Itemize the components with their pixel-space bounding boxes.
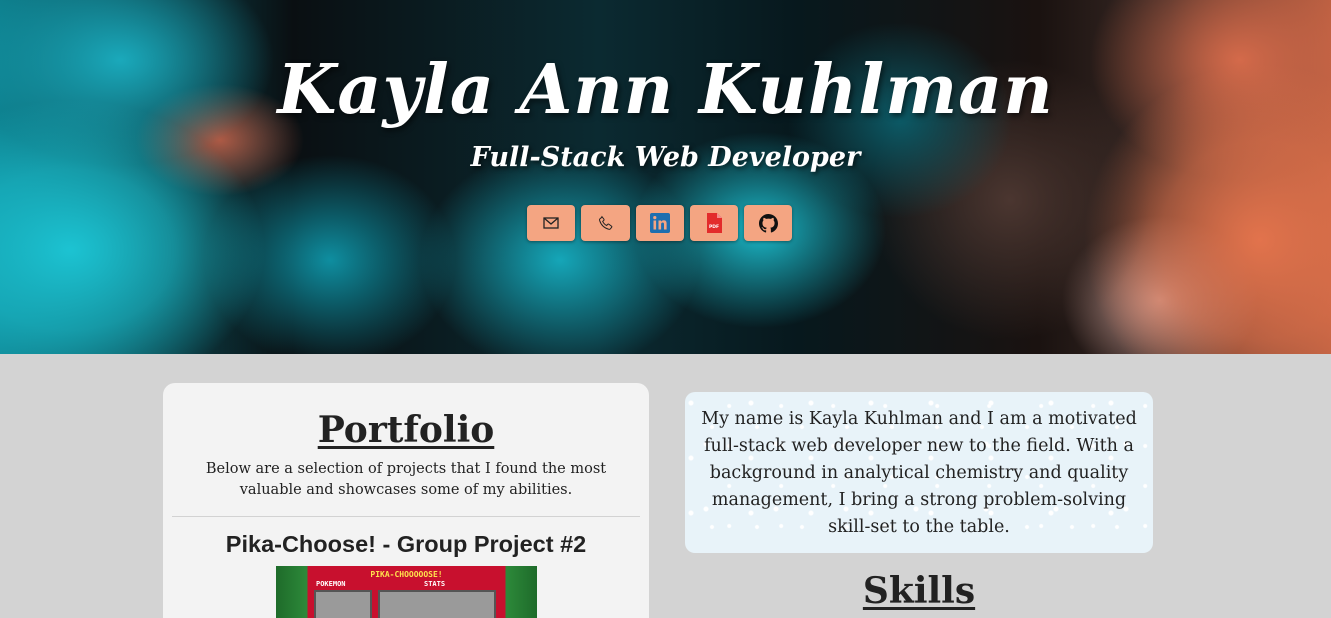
resume-pdf-button[interactable]: PDF: [690, 205, 738, 241]
thumbnail-left-label: POKEMON: [316, 580, 346, 588]
thumbnail-list-panel: [314, 590, 372, 618]
envelope-icon: [543, 217, 559, 229]
linkedin-icon: [650, 213, 670, 233]
thumbnail-stats-panel: [378, 590, 496, 618]
contact-buttons: PDF: [527, 205, 792, 241]
project-title: Pika-Choose! - Group Project #2: [225, 531, 587, 557]
github-button[interactable]: [744, 205, 792, 241]
pdf-icon: PDF: [707, 213, 722, 233]
hero-name: Kayla Ann Kuhlman: [277, 50, 1054, 130]
portfolio-heading: Portfolio: [317, 409, 495, 451]
github-icon: [758, 213, 778, 233]
hero-banner: Kayla Ann Kuhlman Full-Stack Web Develop…: [0, 0, 1331, 354]
email-button[interactable]: [527, 205, 575, 241]
skills-heading: Skills: [862, 570, 976, 612]
hero-tagline: Full-Stack Web Developer: [470, 142, 861, 173]
svg-text:PDF: PDF: [709, 224, 719, 230]
thumbnail-right-label: STATS: [424, 580, 446, 588]
linkedin-button[interactable]: [636, 205, 684, 241]
about-card: My name is Kayla Kuhlman and I am a moti…: [685, 392, 1153, 553]
phone-icon: [598, 215, 612, 230]
phone-button[interactable]: [581, 205, 630, 241]
portfolio-description: Below are a selection of projects that I…: [205, 461, 607, 498]
portfolio-card: Portfolio Below are a selection of proje…: [163, 383, 649, 618]
divider: [172, 516, 640, 517]
project-thumbnail[interactable]: PIKA-CHOOOOOSE! POKEMON STATS: [276, 566, 537, 618]
about-text: My name is Kayla Kuhlman and I am a moti…: [701, 409, 1137, 537]
thumbnail-heading: PIKA-CHOOOOOSE!: [370, 570, 443, 579]
